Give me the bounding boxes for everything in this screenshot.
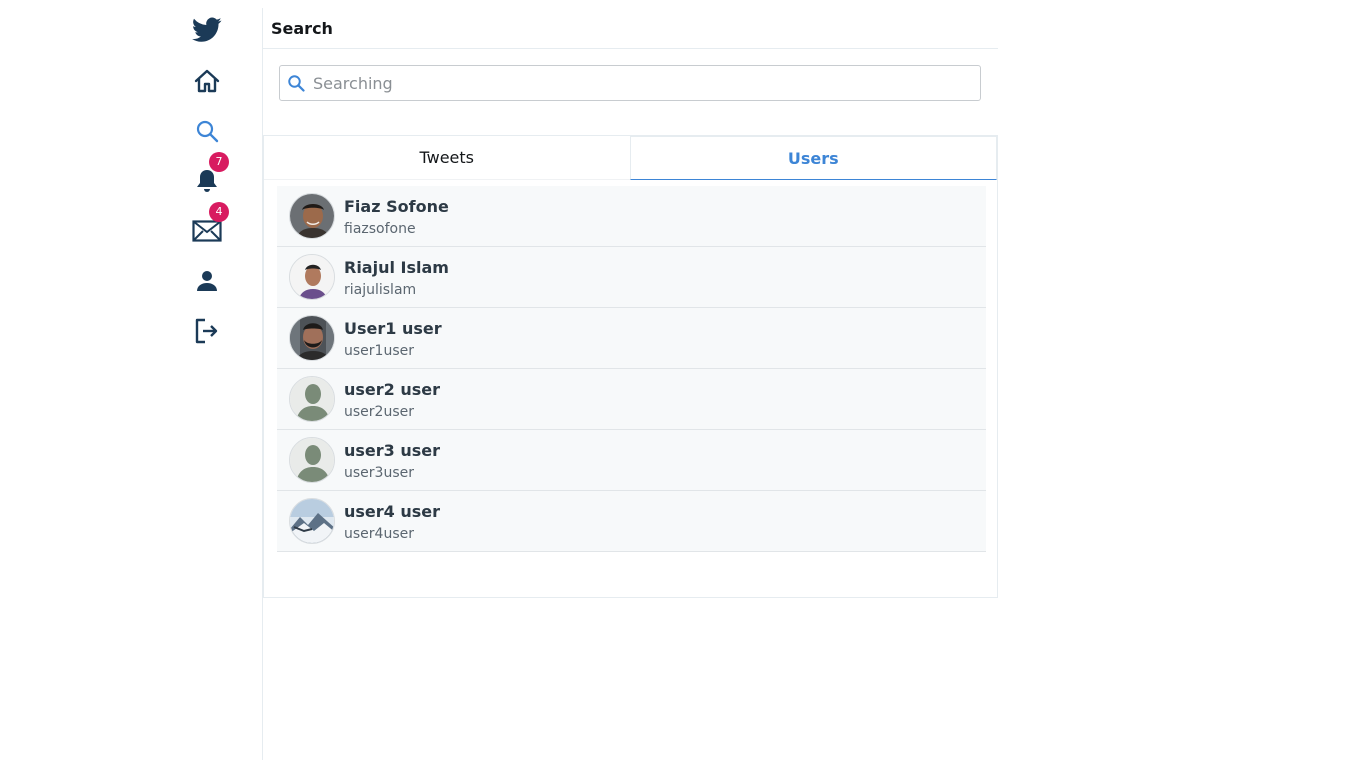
home-icon bbox=[194, 69, 220, 93]
user-name: user2 user bbox=[344, 380, 441, 399]
user-handle: riajulislam bbox=[344, 282, 417, 298]
user-row[interactable]: user2 user user2user bbox=[277, 369, 986, 430]
notifications-badge: 7 bbox=[209, 152, 229, 172]
search-icon bbox=[196, 120, 219, 143]
notifications-button[interactable]: 7 bbox=[183, 152, 231, 205]
avatar bbox=[289, 437, 335, 483]
user-list: Fiaz Sofone fiazsofone Riajul Islam riaj… bbox=[277, 186, 986, 552]
avatar bbox=[289, 498, 335, 544]
page-header: Search bbox=[263, 8, 998, 49]
profile-button[interactable] bbox=[183, 257, 231, 305]
search-icon bbox=[287, 74, 305, 92]
user-name: User1 user bbox=[344, 319, 442, 338]
twitter-logo-button[interactable] bbox=[183, 6, 231, 54]
user-handle: user4user bbox=[344, 526, 414, 542]
tab-tweets[interactable]: Tweets bbox=[264, 136, 630, 180]
avatar bbox=[289, 376, 335, 422]
user-row[interactable]: Fiaz Sofone fiazsofone bbox=[277, 186, 986, 247]
twitter-bird-icon bbox=[192, 17, 222, 42]
results-panel: Tweets Users Fiaz Sofone fiazsofone Riaj… bbox=[263, 135, 998, 598]
page-title: Search bbox=[271, 19, 333, 38]
search-input[interactable] bbox=[311, 72, 955, 94]
user-row[interactable]: user3 user user3user bbox=[277, 430, 986, 491]
result-tabs: Tweets Users bbox=[264, 136, 997, 180]
user-row[interactable]: user4 user user4user bbox=[277, 491, 986, 552]
avatar bbox=[289, 254, 335, 300]
logout-button[interactable] bbox=[183, 307, 231, 355]
user-row[interactable]: Riajul Islam riajulislam bbox=[277, 247, 986, 308]
main-column: Search bbox=[263, 8, 998, 101]
messages-button[interactable]: 4 bbox=[183, 202, 231, 255]
user-name: user4 user bbox=[344, 502, 441, 521]
user-handle: user3user bbox=[344, 465, 414, 481]
user-handle: user2user bbox=[344, 404, 414, 420]
user-handle: user1user bbox=[344, 343, 414, 359]
home-button[interactable] bbox=[183, 57, 231, 105]
sidebar-nav: 7 4 bbox=[0, 0, 262, 768]
user-icon bbox=[197, 271, 217, 291]
user-row[interactable]: User1 user user1user bbox=[277, 308, 986, 369]
envelope-icon bbox=[192, 220, 222, 242]
bell-icon bbox=[197, 170, 217, 192]
avatar bbox=[289, 315, 335, 361]
search-nav-button[interactable] bbox=[183, 107, 231, 155]
logout-icon bbox=[195, 318, 218, 344]
user-name: Riajul Islam bbox=[344, 258, 449, 277]
tab-users[interactable]: Users bbox=[629, 136, 997, 180]
user-name: user3 user bbox=[344, 441, 441, 460]
avatar bbox=[289, 193, 335, 239]
user-handle: fiazsofone bbox=[344, 221, 416, 237]
messages-badge: 4 bbox=[209, 202, 229, 222]
user-name: Fiaz Sofone bbox=[344, 197, 449, 216]
search-box[interactable] bbox=[279, 65, 981, 101]
